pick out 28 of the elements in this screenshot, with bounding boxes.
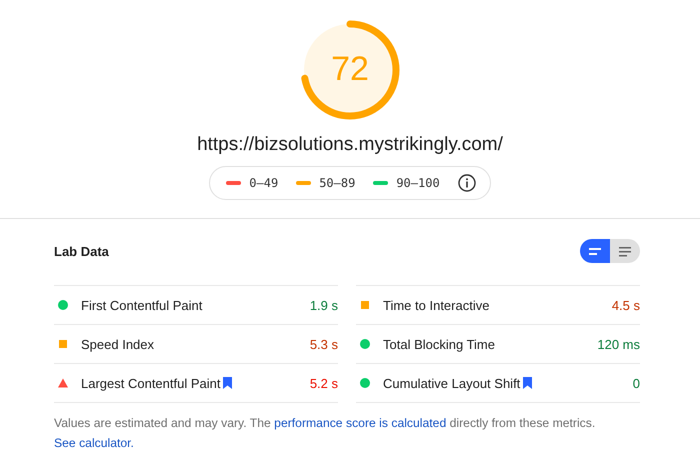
metric-name: Time to Interactive [383, 298, 490, 312]
bookmark-icon[interactable] [223, 377, 232, 389]
metric-value: 4.5 s [612, 298, 640, 312]
metric-value: 0 [632, 376, 640, 390]
metric-name: Total Blocking Time [383, 336, 495, 352]
footnote: Values are estimated and may vary. The performance score is calculated directly from these metrics. See calculator. [54, 415, 596, 452]
footnote-link[interactable]: performance score is calculated [274, 416, 446, 430]
metric-name: Cumulative Layout Shift [383, 376, 520, 390]
view-toggle-button[interactable] [610, 239, 640, 263]
metric-value: 5.3 s [310, 336, 338, 352]
score-value: 72 [330, 50, 370, 89]
info-icon[interactable] [458, 174, 476, 192]
legend-label: 50–89 [319, 176, 356, 190]
bookmark-icon[interactable] [523, 377, 532, 389]
list-icon [618, 246, 632, 256]
view-toggle-button[interactable] [580, 239, 610, 263]
legend-label: 0–49 [249, 176, 278, 190]
metric-name: First Contentful Paint [81, 298, 202, 312]
legend-label: 90–100 [396, 176, 440, 190]
metric-name: Speed Index [81, 336, 154, 352]
metric-value: 5.2 s [310, 376, 338, 390]
metric-value: 1.9 s [310, 298, 338, 312]
metric-name: Largest Contentful Paint [81, 376, 220, 390]
metric-value: 120 ms [597, 336, 640, 352]
footnote-link[interactable]: See calculator. [54, 436, 134, 450]
page-url: https://bizsolutions.mystrikingly.com/ [197, 134, 503, 156]
section-title: Lab Data [54, 244, 109, 258]
bars-icon [588, 246, 602, 256]
